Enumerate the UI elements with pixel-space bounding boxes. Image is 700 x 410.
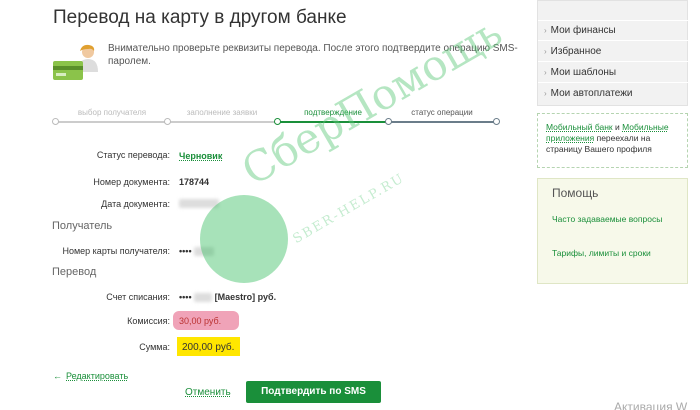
account-mask: •••• [179,292,192,302]
doc-number-label: Номер документа: [93,177,170,187]
doc-date-redacted [179,199,219,208]
sidebar-item-my-templates[interactable]: › Мои шаблоны [544,67,616,78]
sidebar-menu: › Мои финансы › Избранное › Мои шаблоны › Мо… [537,0,689,106]
cancel-link[interactable]: Отменить [185,387,231,398]
menu-divider [538,61,689,62]
step-label: выбор получателя [77,108,147,117]
commission-label: Комиссия: [127,316,170,326]
sidebar-item-label: Избранное [550,46,602,57]
doc-number-value: 178744 [179,177,210,187]
intro-block: Внимательно проверьте реквизиты перевода… [52,42,522,87]
edit-link-label: Редактировать [66,371,129,381]
step-dot [52,118,59,125]
step-dot-active [274,118,281,125]
menu-divider [538,40,689,41]
page-title: Перевод на карту в другом банке [53,7,347,28]
main-content: Перевод на карту в другом банке Внимател… [0,0,530,410]
sum-label: Сумма: [139,342,170,352]
help-panel: Помощь Часто задаваемые вопросы Тарифы, … [537,178,688,284]
card-person-icon [53,44,98,80]
confirm-sms-button[interactable]: Подтвердить по SMS [246,381,381,403]
intro-text: Внимательно проверьте реквизиты перевода… [108,43,518,67]
menu-divider [538,20,689,21]
mobile-bank-link[interactable]: Мобильный банк [546,122,613,132]
faq-link[interactable]: Часто задаваемые вопросы [552,214,672,225]
account-currency: руб. [257,292,277,302]
step-label: статус операции [411,108,473,117]
commission-value: 30,00 руб. [179,316,222,326]
transfer-section-title: Перевод [52,266,97,278]
step-dot [385,118,392,125]
account-label: Счет списания: [106,292,170,302]
arrow-left-icon: ← [53,371,62,381]
step-dot [493,118,500,125]
doc-date-label: Дата документа: [101,199,170,209]
sum-value: 200,00 руб. [182,342,235,353]
step-label: заполнение заявки [186,108,258,117]
tariffs-link[interactable]: Тарифы, лимиты и сроки [552,248,672,259]
steps-line-active [277,121,389,123]
step-label-active: подтверждение [304,108,362,117]
menu-divider [538,82,689,83]
status-label: Статус перевода: [96,150,170,160]
account-redacted [194,293,213,303]
card-number-label: Номер карты получателя: [62,246,170,256]
card-number-redacted [194,247,215,257]
progress-steps: выбор получателя заполнение заявки подтв… [52,106,500,126]
account-value: •••• [Maestro] руб. [179,292,277,303]
steps-line-future [389,121,499,123]
mobile-bank-notice: Мобильный банк и Мобильные приложения пе… [537,113,688,168]
card-number-value: •••• [179,246,215,257]
sidebar-item-favorites[interactable]: › Избранное [544,46,601,57]
sidebar-item-my-finances[interactable]: › Мои финансы [544,25,616,36]
status-value-link[interactable]: Черновик [179,151,222,161]
notice-and: и [612,122,623,132]
edit-link[interactable]: ← Редактировать [53,371,128,381]
chevron-right-icon: › [544,89,547,98]
recipient-section-title: Получатель [52,220,113,232]
sidebar-item-label: Мои автоплатежи [550,88,633,99]
chevron-right-icon: › [544,68,547,77]
chevron-right-icon: › [544,47,547,56]
sidebar-item-label: Мои шаблоны [550,67,617,78]
help-title: Помощь [552,186,599,200]
chevron-right-icon: › [544,26,547,35]
card-number-mask: •••• [179,246,192,256]
sidebar-item-label: Мои финансы [550,25,616,36]
account-type: [Maestro] [214,292,256,302]
step-dot [164,118,171,125]
sidebar-item-my-autopayments[interactable]: › Мои автоплатежи [544,88,633,99]
windows-activation-text: Активация W [614,400,688,410]
